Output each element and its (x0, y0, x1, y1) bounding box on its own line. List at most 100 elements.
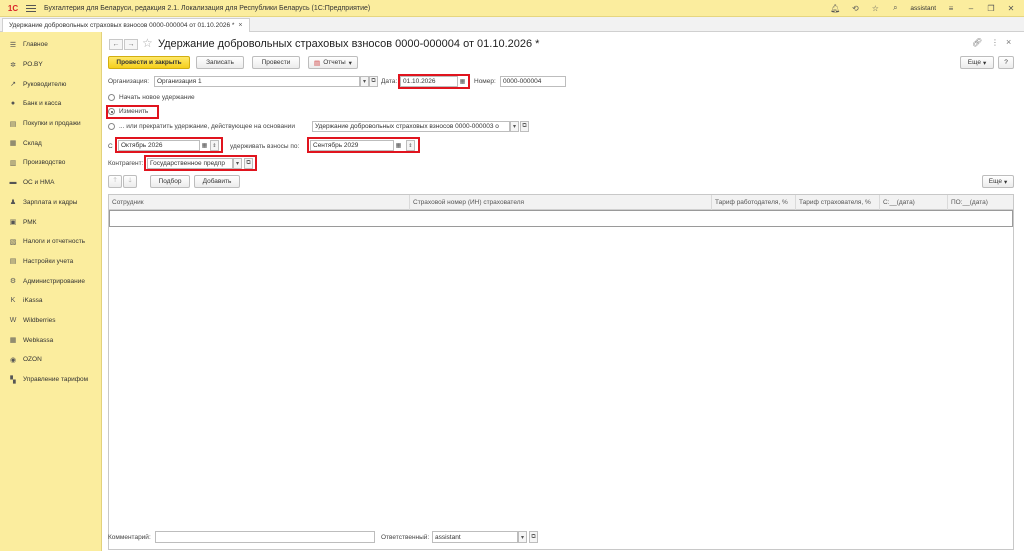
highlight-from (115, 137, 223, 153)
favorite-star-icon[interactable]: ☆ (142, 36, 153, 50)
reports-label: Отчеты (323, 59, 346, 66)
sidebar-item[interactable]: ↗ Руководителю (0, 74, 101, 94)
open-tabs-bar: Удержание добровольных страховых взносов… (0, 17, 1024, 32)
sidebar-item[interactable]: ▦ Webkassa (0, 330, 101, 350)
forward-button[interactable]: → (124, 39, 138, 50)
move-up-button[interactable]: 🡑 (108, 175, 122, 188)
search-icon[interactable]: ⌕ (890, 3, 900, 13)
comment-label: Комментарий: (108, 534, 151, 541)
employees-table[interactable]: Сотрудник Страховой номер (ИН) страховат… (108, 194, 1014, 550)
tab-document[interactable]: Удержание добровольных страховых взносов… (2, 18, 250, 32)
chevron-down-icon: ▾ (348, 59, 352, 67)
settings-menu-icon[interactable]: ≡ (946, 3, 956, 13)
sidebar-item-label: Управление тарифом (23, 376, 89, 384)
sidebar-item[interactable]: ● Банк и касса (0, 94, 101, 114)
sidebar-item[interactable]: ♟ Зарплата и кадры (0, 193, 101, 213)
sidebar-item-icon: ▤ (9, 120, 17, 128)
radio-new-withholding[interactable]: Начать новое удержание (108, 94, 195, 101)
sidebar-item[interactable]: ▣ РМК (0, 212, 101, 232)
select-button[interactable]: Подбор (150, 175, 190, 188)
sidebar-item-icon: ↗ (10, 81, 16, 89)
sidebar-item[interactable]: ▤ Настройки учета (0, 252, 101, 272)
column-employer-rate[interactable]: Тариф работодателя, % (711, 195, 795, 210)
column-to-date[interactable]: ПО:__(дата) (947, 195, 1013, 210)
sidebar-item-icon: ♟ (9, 199, 17, 207)
counterparty-label: Контрагент: (108, 160, 144, 167)
sidebar-item-icon: ▥ (9, 159, 17, 167)
save-button[interactable]: Записать (196, 56, 244, 69)
sidebar-item-label: Wildberries (23, 316, 56, 324)
sidebar-item-label: Налоги и отчетность (23, 238, 86, 246)
star-icon[interactable]: ☆ (870, 3, 880, 13)
sidebar-item-label: Зарплата и кадры (23, 198, 78, 206)
basis-dropdown-icon[interactable]: ▾ (510, 121, 519, 132)
sidebar-item-label: Настройки учета (23, 257, 74, 265)
responsible-open-icon[interactable]: ⧉ (529, 531, 538, 543)
sidebar-item-icon: ▬ (9, 179, 17, 187)
add-row-button[interactable]: Добавить (194, 175, 240, 188)
sidebar-item-label: РМК (23, 218, 37, 226)
radio-stop-withholding[interactable]: ... или прекратить удержание, действующе… (108, 123, 295, 130)
main-menu-icon[interactable] (26, 3, 36, 14)
organization-label: Организация: (108, 78, 150, 85)
sidebar-item[interactable]: ▚ Управление тарифом (0, 370, 101, 390)
table-more-button[interactable]: Еще ▾ (982, 175, 1014, 188)
sidebar-item[interactable]: KiKassa (0, 291, 101, 311)
sidebar-item-icon: ▦ (9, 337, 17, 345)
responsible-field[interactable]: assistant (432, 531, 518, 543)
move-down-button[interactable]: 🡓 (123, 175, 137, 188)
sidebar-item[interactable]: ▧ Налоги и отчетность (0, 232, 101, 252)
sidebar-item-icon: ● (10, 100, 16, 108)
sidebar-item[interactable]: ▥ Производство (0, 153, 101, 173)
help-button[interactable]: ? (998, 56, 1014, 69)
sidebar-item-label: Администрирование (23, 277, 85, 285)
post-and-close-button[interactable]: Провести и закрыть (108, 56, 190, 69)
highlight-counterparty (144, 155, 257, 171)
reports-button[interactable]: ▤ Отчеты ▾ (308, 56, 358, 69)
link-icon[interactable]: 🔗︎ (972, 38, 982, 47)
sidebar-item[interactable]: ✲ РО.BY (0, 55, 101, 75)
bell-icon[interactable]: 🔔︎ (830, 3, 840, 13)
responsible-dropdown-icon[interactable]: ▾ (518, 531, 527, 543)
sidebar-item[interactable]: ▦ Склад (0, 133, 101, 153)
more-button[interactable]: Еще ▾ (960, 56, 994, 69)
column-insurance-number[interactable]: Страховой номер (ИН) страхователя (409, 195, 711, 210)
restore-icon[interactable]: ❐ (986, 3, 996, 13)
comment-field[interactable] (155, 531, 375, 543)
history-icon[interactable]: ⟲ (850, 3, 860, 13)
organization-dropdown-icon[interactable]: ▾ (360, 76, 369, 87)
close-form-icon[interactable]: × (1006, 37, 1011, 47)
table-row[interactable] (109, 210, 1013, 227)
sidebar-item-label: Банк и касса (23, 100, 62, 108)
highlight-date (398, 74, 470, 89)
back-button[interactable]: ← (109, 39, 123, 50)
tab-document-label: Удержание добровольных страховых взносов… (9, 22, 235, 29)
minimize-icon[interactable]: – (966, 3, 976, 13)
sidebar-item-label: ОС и НМА (23, 179, 55, 187)
sidebar-item[interactable]: ▤ Покупки и продажи (0, 114, 101, 134)
column-insurer-rate[interactable]: Тариф страхователя, % (795, 195, 879, 210)
tab-close-icon[interactable]: × (238, 22, 242, 29)
table-more-label: Еще (988, 178, 1002, 185)
date-label: Дата: (381, 78, 398, 85)
sidebar-item[interactable]: ◉ OZON (0, 350, 101, 370)
sidebar-item[interactable]: ☰ Главное (0, 35, 101, 55)
highlight-change (106, 105, 159, 119)
sidebar-item[interactable]: ⚙ Администрирование (0, 271, 101, 291)
post-button[interactable]: Провести (252, 56, 300, 69)
more-vert-icon[interactable]: ⋮ (991, 38, 999, 47)
organization-open-icon[interactable]: ⧉ (369, 76, 378, 87)
current-user[interactable]: assistant (910, 5, 936, 12)
organization-field[interactable]: Организация 1 (154, 76, 360, 87)
basis-field[interactable]: Удержание добровольных страховых взносов… (312, 121, 510, 132)
number-field[interactable]: 0000-000004 (500, 76, 566, 87)
from-label: С (108, 143, 113, 150)
sidebar-item[interactable]: W Wildberries (0, 311, 101, 331)
column-employee[interactable]: Сотрудник (109, 195, 409, 210)
sidebar-item-icon: ◉ (9, 356, 17, 364)
close-icon[interactable]: ✕ (1006, 3, 1016, 13)
sidebar-item[interactable]: ▬ ОС и НМА (0, 173, 101, 193)
sidebar-item-label: Главное (23, 41, 48, 49)
column-from-date[interactable]: С:__(дата) (879, 195, 947, 210)
basis-open-icon[interactable]: ⧉ (520, 121, 529, 132)
